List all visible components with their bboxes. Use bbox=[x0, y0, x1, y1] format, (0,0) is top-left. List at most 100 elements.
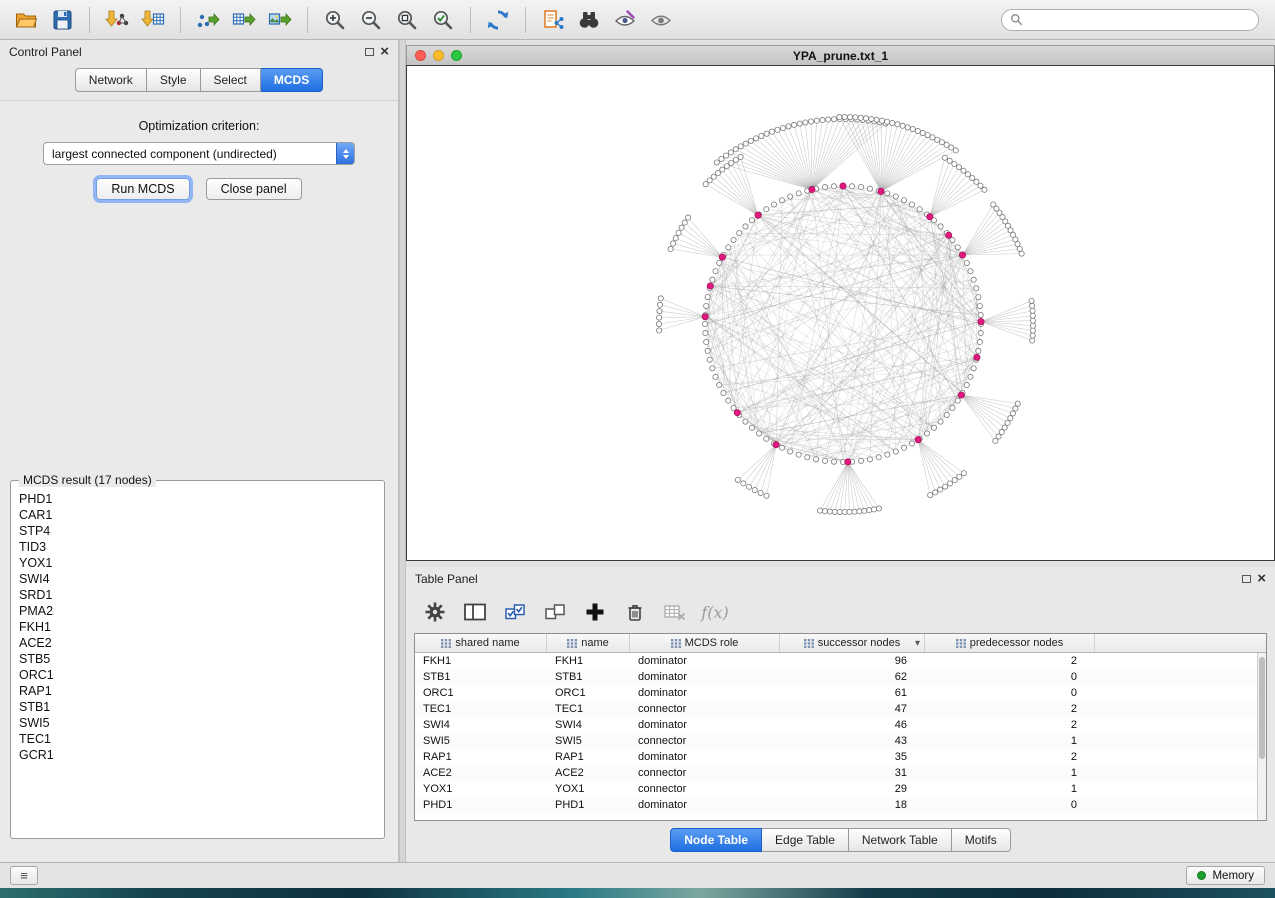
style-preview-button[interactable] bbox=[609, 5, 641, 35]
float-panel-icon[interactable] bbox=[365, 48, 374, 56]
search-input[interactable] bbox=[1028, 11, 1250, 29]
table-scrollbar[interactable] bbox=[1257, 653, 1266, 820]
hamburger-icon: ≡ bbox=[20, 868, 28, 883]
unchecked-boxes-icon bbox=[544, 601, 566, 623]
select-all-columns-button[interactable] bbox=[502, 599, 528, 625]
gear-icon bbox=[424, 601, 446, 623]
column-header-predecessor-nodes[interactable]: predecessor nodes bbox=[925, 634, 1095, 652]
apply-layout-button[interactable] bbox=[482, 5, 514, 35]
export-network-button[interactable] bbox=[192, 5, 224, 35]
mcds-node-item[interactable]: SWI4 bbox=[19, 571, 376, 587]
show-hide-button[interactable] bbox=[645, 5, 677, 35]
mcds-node-item[interactable]: STB1 bbox=[19, 699, 376, 715]
mcds-node-item[interactable]: SWI5 bbox=[19, 715, 376, 731]
mcds-buttons-row: Run MCDS Close panel bbox=[0, 178, 398, 200]
table-row[interactable]: PHD1PHD1dominator180 bbox=[415, 797, 1257, 813]
mcds-node-item[interactable]: PHD1 bbox=[19, 491, 376, 507]
tab-mcds[interactable]: MCDS bbox=[261, 68, 323, 92]
mcds-node-item[interactable]: PMA2 bbox=[19, 603, 376, 619]
table-row[interactable]: ACE2ACE2connector311 bbox=[415, 765, 1257, 781]
run-mcds-button[interactable]: Run MCDS bbox=[96, 178, 189, 200]
tab-select[interactable]: Select bbox=[201, 68, 261, 92]
eye-icon bbox=[648, 8, 674, 32]
save-icon bbox=[50, 8, 74, 32]
network-canvas[interactable] bbox=[406, 65, 1275, 561]
open-file-button[interactable] bbox=[10, 5, 42, 35]
mcds-node-item[interactable]: ORC1 bbox=[19, 667, 376, 683]
mcds-node-item[interactable]: ACE2 bbox=[19, 635, 376, 651]
mcds-node-item[interactable]: YOX1 bbox=[19, 555, 376, 571]
table-row[interactable]: TEC1TEC1connector472 bbox=[415, 701, 1257, 717]
zoom-selected-button[interactable] bbox=[427, 5, 459, 35]
optimization-criterion-select[interactable]: largest connected component (undirected) bbox=[43, 142, 355, 165]
network-canvas-svg[interactable] bbox=[407, 66, 1274, 560]
zoom-in-button[interactable] bbox=[319, 5, 351, 35]
zoom-fit-button[interactable] bbox=[391, 5, 423, 35]
table-row[interactable]: SWI5SWI5connector431 bbox=[415, 733, 1257, 749]
memory-status-icon bbox=[1197, 871, 1206, 880]
export-network-icon bbox=[196, 8, 220, 32]
save-session-button[interactable] bbox=[46, 5, 78, 35]
column-header-name[interactable]: name bbox=[547, 634, 630, 652]
table-row[interactable]: FKH1FKH1dominator962 bbox=[415, 653, 1257, 669]
table-row[interactable]: STB1STB1dominator620 bbox=[415, 669, 1257, 685]
mcds-node-item[interactable]: SRD1 bbox=[19, 587, 376, 603]
table-row[interactable]: ORC1ORC1dominator610 bbox=[415, 685, 1257, 701]
close-panel-icon[interactable]: × bbox=[1257, 573, 1266, 585]
column-header-MCDS-role[interactable]: MCDS role bbox=[630, 634, 780, 652]
delete-table-icon bbox=[663, 601, 687, 623]
function-builder-button[interactable]: f(x) bbox=[702, 599, 728, 625]
node-table: shared namenameMCDS rolesuccessor nodes▾… bbox=[414, 633, 1267, 821]
toolbar-separator bbox=[307, 7, 308, 33]
import-table-button[interactable] bbox=[137, 5, 169, 35]
unselect-all-columns-button[interactable] bbox=[542, 599, 568, 625]
checked-boxes-icon bbox=[504, 601, 526, 623]
table-row[interactable]: YOX1YOX1connector291 bbox=[415, 781, 1257, 797]
scrollbar-thumb[interactable] bbox=[1259, 657, 1265, 759]
column-grid-icon bbox=[956, 639, 966, 648]
table-row[interactable]: SWI4SWI4dominator462 bbox=[415, 717, 1257, 733]
node-table-header: shared namenameMCDS rolesuccessor nodes▾… bbox=[415, 634, 1266, 653]
create-new-column-button[interactable] bbox=[582, 599, 608, 625]
status-menu-button[interactable]: ≡ bbox=[10, 866, 38, 885]
mcds-node-item[interactable]: GCR1 bbox=[19, 747, 376, 763]
tab-node-table[interactable]: Node Table bbox=[670, 828, 762, 852]
float-panel-icon[interactable] bbox=[1242, 575, 1251, 583]
tab-style[interactable]: Style bbox=[147, 68, 201, 92]
delete-column-button[interactable] bbox=[622, 599, 648, 625]
table-settings-button[interactable] bbox=[422, 599, 448, 625]
show-column-panel-button[interactable] bbox=[462, 599, 488, 625]
tab-motifs[interactable]: Motifs bbox=[952, 828, 1011, 852]
mcds-node-item[interactable]: CAR1 bbox=[19, 507, 376, 523]
tab-network[interactable]: Network bbox=[75, 68, 147, 92]
close-panel-icon[interactable]: × bbox=[380, 46, 389, 58]
column-grid-icon bbox=[671, 639, 681, 648]
mcds-node-item[interactable]: TEC1 bbox=[19, 731, 376, 747]
mcds-node-item[interactable]: RAP1 bbox=[19, 683, 376, 699]
zoom-out-button[interactable] bbox=[355, 5, 387, 35]
close-panel-button[interactable]: Close panel bbox=[206, 178, 302, 200]
memory-button[interactable]: Memory bbox=[1186, 866, 1265, 885]
export-table-button[interactable] bbox=[228, 5, 260, 35]
table-row[interactable]: RAP1RAP1dominator352 bbox=[415, 749, 1257, 765]
tab-edge-table[interactable]: Edge Table bbox=[762, 828, 849, 852]
table-panel-title: Table Panel bbox=[415, 572, 1236, 586]
mcds-result-title: MCDS result (17 nodes) bbox=[19, 473, 156, 487]
mcds-node-item[interactable]: TID3 bbox=[19, 539, 376, 555]
export-image-button[interactable] bbox=[264, 5, 296, 35]
share-document-button[interactable] bbox=[537, 5, 569, 35]
mcds-node-item[interactable]: STB5 bbox=[19, 651, 376, 667]
vertical-splitter[interactable] bbox=[399, 40, 406, 862]
column-header-shared-name[interactable]: shared name bbox=[415, 634, 547, 652]
mcds-node-item[interactable]: STP4 bbox=[19, 523, 376, 539]
tab-network-table[interactable]: Network Table bbox=[849, 828, 952, 852]
delete-table-button[interactable] bbox=[662, 599, 688, 625]
mcds-node-item[interactable]: FKH1 bbox=[19, 619, 376, 635]
control-panel-tabs: NetworkStyleSelectMCDS bbox=[0, 64, 398, 100]
find-button[interactable] bbox=[573, 5, 605, 35]
column-header-successor-nodes[interactable]: successor nodes▾ bbox=[780, 634, 925, 652]
search-box[interactable] bbox=[1001, 9, 1259, 31]
import-network-button[interactable] bbox=[101, 5, 133, 35]
column-grid-icon bbox=[441, 639, 451, 648]
zoom-in-icon bbox=[323, 8, 347, 32]
